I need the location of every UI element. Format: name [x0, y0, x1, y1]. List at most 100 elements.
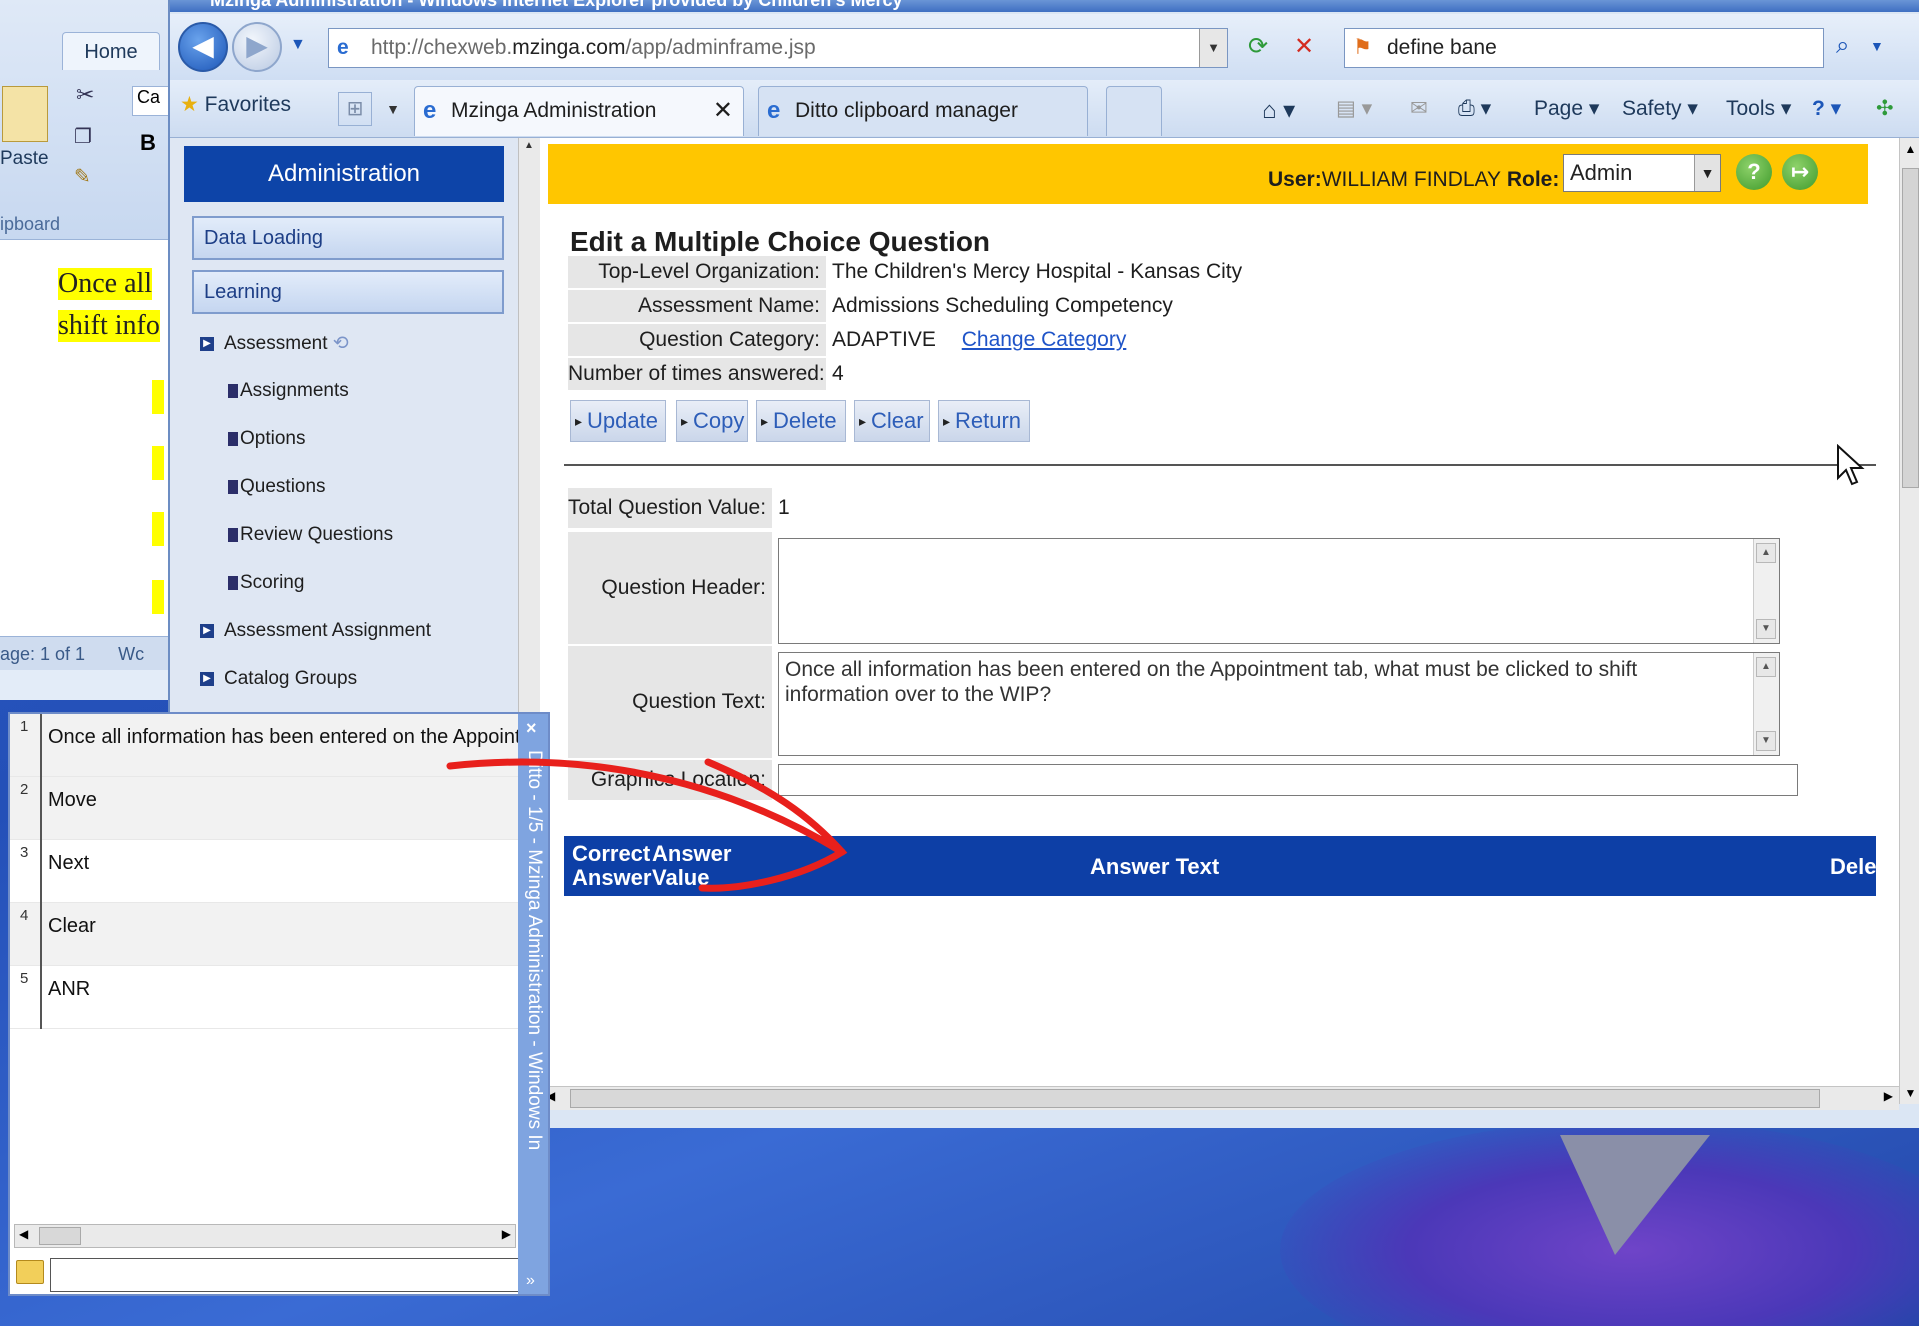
feeds-icon[interactable]: ▤ ▾: [1336, 96, 1372, 121]
search-icon[interactable]: ⌕: [1836, 32, 1849, 60]
help-icon[interactable]: ? ▾: [1812, 96, 1841, 121]
scroll-down-icon[interactable]: ▼: [1756, 731, 1776, 751]
close-icon[interactable]: ×: [526, 718, 537, 739]
role-select[interactable]: Admin ▼: [1563, 154, 1721, 192]
word-document[interactable]: Once all shift info: [0, 240, 172, 650]
question-text-input[interactable]: Once all information has been entered on…: [778, 652, 1780, 756]
tree-item-review-questions[interactable]: Review Questions: [228, 524, 393, 546]
new-tab-button[interactable]: [1106, 86, 1162, 136]
scroll-up-icon[interactable]: ▲: [1756, 657, 1776, 677]
update-button[interactable]: Update: [570, 400, 666, 442]
expand-icon: ▶: [200, 671, 214, 686]
paste-label[interactable]: Paste: [0, 148, 49, 170]
history-dropdown-icon[interactable]: ▼: [290, 36, 306, 54]
home-icon[interactable]: ⌂ ▾: [1262, 96, 1295, 125]
favorites-button[interactable]: ★ Favorites: [180, 92, 291, 117]
clear-button[interactable]: Clear: [854, 400, 930, 442]
ie-icon: e: [423, 97, 437, 124]
folder-icon[interactable]: [16, 1260, 44, 1284]
close-icon[interactable]: ✕: [713, 87, 733, 135]
sidebar-item-learning[interactable]: Learning: [192, 270, 504, 314]
scroll-left-icon[interactable]: ◀: [19, 1227, 28, 1241]
scroll-right-icon[interactable]: ▶: [502, 1227, 511, 1241]
clip-item[interactable]: 2 Move: [10, 777, 520, 840]
clip-text: Once all information has been entered on…: [48, 726, 518, 748]
quick-tabs-icon[interactable]: ⊞: [338, 92, 372, 126]
refresh-icon[interactable]: ⟳: [1248, 32, 1268, 61]
scroll-thumb[interactable]: [39, 1227, 81, 1245]
field-label: Question Text:: [568, 646, 772, 758]
clip-item[interactable]: 1 Once all information has been entered …: [10, 714, 520, 777]
tree-item-assessment[interactable]: ▶ Assessment ⟲: [200, 332, 349, 355]
address-dropdown-icon[interactable]: ▼: [1199, 29, 1227, 67]
scroll-up-icon[interactable]: ▲: [521, 140, 537, 160]
tools-menu[interactable]: Tools ▾: [1726, 96, 1791, 121]
scroll-down-icon[interactable]: ▼: [1902, 1086, 1919, 1100]
ditto-horizontal-scrollbar[interactable]: ◀ ▶: [14, 1224, 516, 1248]
tree-item-options[interactable]: Options: [228, 428, 305, 450]
font-box[interactable]: Ca: [132, 86, 172, 116]
cut-icon[interactable]: ✂: [76, 82, 94, 108]
tree-label: Assessment: [224, 333, 328, 354]
logout-icon[interactable]: ↦: [1782, 154, 1818, 190]
textarea-scrollbar[interactable]: ▲ ▼: [1753, 539, 1779, 643]
tree-item-scoring[interactable]: Scoring: [228, 572, 304, 594]
scroll-up-icon[interactable]: ▲: [1756, 543, 1776, 563]
title-bar: Mzinga Administration - Windows Internet…: [170, 0, 1919, 12]
loading-spinner-icon: ⟲: [332, 333, 349, 354]
copy-button[interactable]: Copy: [676, 400, 748, 442]
tab-label: Mzinga Administration: [451, 99, 657, 122]
tree-item-assessment-assignment[interactable]: ▶ Assessment Assignment: [200, 620, 431, 642]
scroll-thumb[interactable]: [1902, 168, 1919, 488]
word-window: Home ✂ ❐ ✎ Ca B Paste ipboard Once all s…: [0, 0, 172, 700]
stop-icon[interactable]: ✕: [1294, 32, 1314, 61]
word-home-tab[interactable]: Home: [62, 32, 160, 70]
forward-button[interactable]: ▶: [232, 22, 282, 72]
tree-item-catalog-groups[interactable]: ▶ Catalog Groups: [200, 668, 357, 690]
clip-item[interactable]: 4 Clear: [10, 903, 520, 966]
main-vertical-scrollbar[interactable]: ▲ ▼: [1899, 138, 1919, 1104]
bold-icon[interactable]: B: [140, 130, 156, 156]
clip-number: 1: [20, 718, 29, 735]
ditto-clipboard-window: 1 Once all information has been entered …: [8, 712, 550, 1296]
textarea-scrollbar[interactable]: ▲ ▼: [1753, 653, 1779, 755]
ditto-search-input[interactable]: [50, 1258, 520, 1292]
back-button[interactable]: ◀: [178, 22, 228, 72]
clip-item[interactable]: 3 Next: [10, 840, 520, 903]
tree-label: Catalog Groups: [224, 668, 358, 689]
address-bar[interactable]: e http://chexweb.mzinga.com/app/adminfra…: [328, 28, 1228, 68]
tree-item-questions[interactable]: Questions: [228, 476, 326, 498]
safety-menu[interactable]: Safety ▾: [1622, 96, 1698, 121]
search-options-icon[interactable]: ▼: [1870, 38, 1884, 54]
copy-icon[interactable]: ❐: [74, 124, 92, 149]
question-text-value: Once all information has been entered on…: [785, 658, 1638, 706]
tab-ditto-clipboard-manager[interactable]: e Ditto clipboard manager: [758, 86, 1088, 136]
change-category-link[interactable]: Change Category: [962, 328, 1127, 351]
scroll-down-icon[interactable]: ▼: [1756, 619, 1776, 639]
expand-icon[interactable]: »: [526, 1272, 535, 1290]
sidebar-item-data-loading[interactable]: Data Loading: [192, 216, 504, 260]
return-button[interactable]: Return: [938, 400, 1030, 442]
format-painter-icon[interactable]: ✎: [74, 164, 91, 189]
print-icon[interactable]: ⎙ ▾: [1458, 96, 1491, 121]
graphics-location-input[interactable]: [778, 764, 1798, 796]
page-menu[interactable]: Page ▾: [1534, 96, 1599, 121]
tab-list-icon[interactable]: ▼: [380, 92, 406, 126]
url-domain: mzinga.com: [512, 36, 626, 59]
ditto-title-bar[interactable]: × Ditto - 1/5 - Mzinga Administration - …: [518, 714, 548, 1294]
tab-mzinga-administration[interactable]: e Mzinga Administration ✕: [414, 86, 744, 136]
tree-item-assignments[interactable]: Assignments: [228, 380, 349, 402]
scroll-thumb[interactable]: [570, 1089, 1820, 1108]
user-info: User:WILLIAM FINDLAY Role:: [1268, 168, 1559, 192]
question-header-input[interactable]: ▲ ▼: [778, 538, 1780, 644]
clip-item[interactable]: 5 ANR: [10, 966, 520, 1029]
paste-icon[interactable]: [2, 86, 48, 142]
scroll-up-icon[interactable]: ▲: [1902, 142, 1919, 156]
main-horizontal-scrollbar[interactable]: ◀ ▶: [540, 1086, 1899, 1110]
delete-button[interactable]: Delete: [756, 400, 846, 442]
mail-icon[interactable]: ✉: [1410, 96, 1428, 121]
research-icon[interactable]: ✣: [1876, 96, 1894, 121]
scroll-right-icon[interactable]: ▶: [1884, 1089, 1893, 1103]
search-input[interactable]: ⚑ define bane: [1344, 28, 1824, 68]
help-icon[interactable]: ?: [1736, 154, 1772, 190]
